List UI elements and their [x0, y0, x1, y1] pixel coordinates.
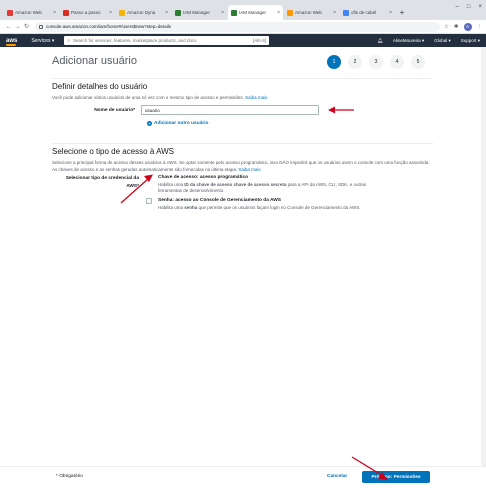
- wizard-steps: 1 2 3 4 5: [327, 55, 425, 69]
- learn-more-link[interactable]: Saiba mais: [238, 167, 260, 172]
- tab-favicon-icon: [119, 9, 125, 16]
- lock-icon: [39, 24, 43, 29]
- browser-tab[interactable]: Amazon Dyna ×: [116, 5, 171, 20]
- user-details-section: Definir detalhes do usuário Você pode ad…: [52, 78, 433, 102]
- browser-tab[interactable]: ofis de cabel ×: [340, 5, 395, 20]
- option-console-access[interactable]: Senha: acesso ao Console de Gerenciament…: [146, 198, 388, 211]
- wizard-footer: * Obrigatório Cancelar Próximo: Permissõ…: [0, 466, 486, 488]
- tab-label: Amazon Dyna: [127, 10, 156, 15]
- nav-right: 🔔︎ AlineMoureira ▾ Global ▾ Support ▾: [377, 38, 480, 44]
- close-icon[interactable]: ×: [109, 10, 112, 16]
- cancel-button[interactable]: Cancelar: [327, 474, 347, 479]
- browser-tab[interactable]: Amazon Web ×: [284, 5, 339, 20]
- bell-icon[interactable]: 🔔︎: [377, 38, 383, 44]
- option-title: Senha: acesso ao Console de Gerenciament…: [158, 198, 281, 203]
- page-scrollbar[interactable]: [481, 47, 486, 466]
- tab-favicon-icon: [7, 9, 13, 16]
- account-menu[interactable]: AlineMoureira ▾: [393, 38, 424, 44]
- checkbox-programmatic[interactable]: ✔: [146, 175, 152, 181]
- username-input[interactable]: usuario: [141, 105, 319, 115]
- learn-more-link[interactable]: Saiba mais: [245, 95, 267, 100]
- section-description: Selecione a principal forma de acesso de…: [52, 160, 430, 172]
- option-description: Habilita uma senha que permite que os us…: [158, 204, 361, 210]
- browser-tab[interactable]: Passo a passo ×: [60, 5, 115, 20]
- browser-tab[interactable]: IAM Manager ×: [172, 5, 227, 20]
- add-another-user-link[interactable]: + Adicionar outro usuário: [147, 121, 208, 126]
- access-type-section: Selecione o tipo de acesso à AWS Selecio…: [52, 143, 433, 173]
- maximize-icon[interactable]: □: [467, 4, 471, 10]
- tab-favicon-icon: [287, 9, 293, 16]
- close-icon[interactable]: ×: [333, 10, 336, 16]
- browser-menu-icon[interactable]: ⋮: [477, 24, 483, 30]
- window-controls: – □ ×: [456, 4, 482, 10]
- close-icon[interactable]: ×: [165, 10, 168, 16]
- section-description: Você pode adicionar vários usuários de u…: [52, 95, 268, 100]
- tab-label: IAM Manager: [183, 10, 211, 15]
- close-window-icon[interactable]: ×: [478, 4, 482, 10]
- profile-avatar[interactable]: A: [463, 22, 472, 31]
- option-programmatic-access[interactable]: ✔ Chave de acesso: acesso programático H…: [146, 175, 388, 195]
- tab-label: Amazon Web: [295, 10, 322, 15]
- wizard-step[interactable]: 1: [327, 55, 341, 69]
- browser-address-bar: ← → ↻ console.aws.amazon.com/iam/home#/u…: [0, 20, 486, 34]
- browser-tab-bar: Amazon Web × Passo a passo × Amazon Dyna × …: [0, 0, 486, 20]
- next-permissions-button[interactable]: Próximo: Permissões: [362, 471, 430, 483]
- aws-logo[interactable]: aws: [6, 38, 17, 46]
- bookmark-star-icon[interactable]: ☆: [444, 24, 449, 30]
- tab-favicon-icon: [343, 9, 349, 16]
- page-title: Adicionar usuário: [52, 55, 137, 67]
- browser-tab[interactable]: Amazon Web ×: [4, 5, 59, 20]
- browser-tab-active[interactable]: IAM Manager ×: [228, 5, 283, 20]
- plus-circle-icon: +: [147, 121, 152, 126]
- extensions-icon[interactable]: ✱: [454, 24, 459, 30]
- browser-extensions: ☆ ✱ A ⋮: [444, 22, 483, 31]
- close-icon[interactable]: ×: [389, 10, 392, 16]
- close-icon[interactable]: ×: [277, 10, 280, 16]
- back-icon[interactable]: ←: [4, 24, 13, 30]
- search-shortcut: [Alt+S]: [253, 38, 267, 43]
- url-text: console.aws.amazon.com/iam/home#/users$n…: [46, 24, 171, 29]
- services-menu[interactable]: Services ▾: [31, 38, 54, 44]
- wizard-step[interactable]: 2: [348, 55, 362, 69]
- region-menu[interactable]: Global ▾: [434, 38, 451, 44]
- section-heading: Selecione o tipo de acesso à AWS: [52, 147, 174, 156]
- username-label: Nome de usuário*: [94, 107, 135, 113]
- search-icon: ⌕: [67, 38, 70, 43]
- close-icon[interactable]: ×: [221, 10, 224, 16]
- tab-label: Passo a passo: [71, 10, 101, 15]
- url-field[interactable]: console.aws.amazon.com/iam/home#/users$n…: [35, 21, 440, 32]
- option-description: Habilita uma ID da chave de acesso chave…: [158, 181, 366, 194]
- section-heading: Definir detalhes do usuário: [52, 82, 148, 91]
- wizard-step[interactable]: 5: [411, 55, 425, 69]
- tab-favicon-icon: [63, 9, 69, 16]
- required-note: * Obrigatório: [56, 474, 83, 479]
- wizard-step[interactable]: 4: [390, 55, 404, 69]
- wizard-step[interactable]: 3: [369, 55, 383, 69]
- tab-favicon-icon: [231, 9, 237, 16]
- forward-icon[interactable]: →: [13, 24, 22, 30]
- support-menu[interactable]: Support ▾: [461, 38, 480, 44]
- search-placeholder: Search for services, features, marketpla…: [72, 38, 197, 43]
- reload-icon[interactable]: ↻: [22, 23, 31, 30]
- aws-console-nav: aws Services ▾ ⌕ Search for services, fe…: [0, 34, 486, 47]
- tab-label: ofis de cabel: [351, 10, 377, 15]
- service-search-input[interactable]: ⌕ Search for services, features, marketp…: [64, 36, 270, 45]
- new-tab-button[interactable]: +: [396, 5, 408, 20]
- checkbox-console[interactable]: [146, 198, 152, 204]
- credential-type-label: Selecionar tipo de credencial da AWS*: [65, 176, 139, 189]
- tab-favicon-icon: [175, 9, 181, 16]
- option-title: Chave de acesso: acesso programático: [158, 175, 249, 180]
- tab-label: IAM Manager: [239, 10, 267, 15]
- close-icon[interactable]: ×: [53, 10, 56, 16]
- minimize-icon[interactable]: –: [456, 4, 459, 10]
- username-row: Nome de usuário* usuario: [52, 105, 433, 115]
- tab-label: Amazon Web: [15, 10, 42, 15]
